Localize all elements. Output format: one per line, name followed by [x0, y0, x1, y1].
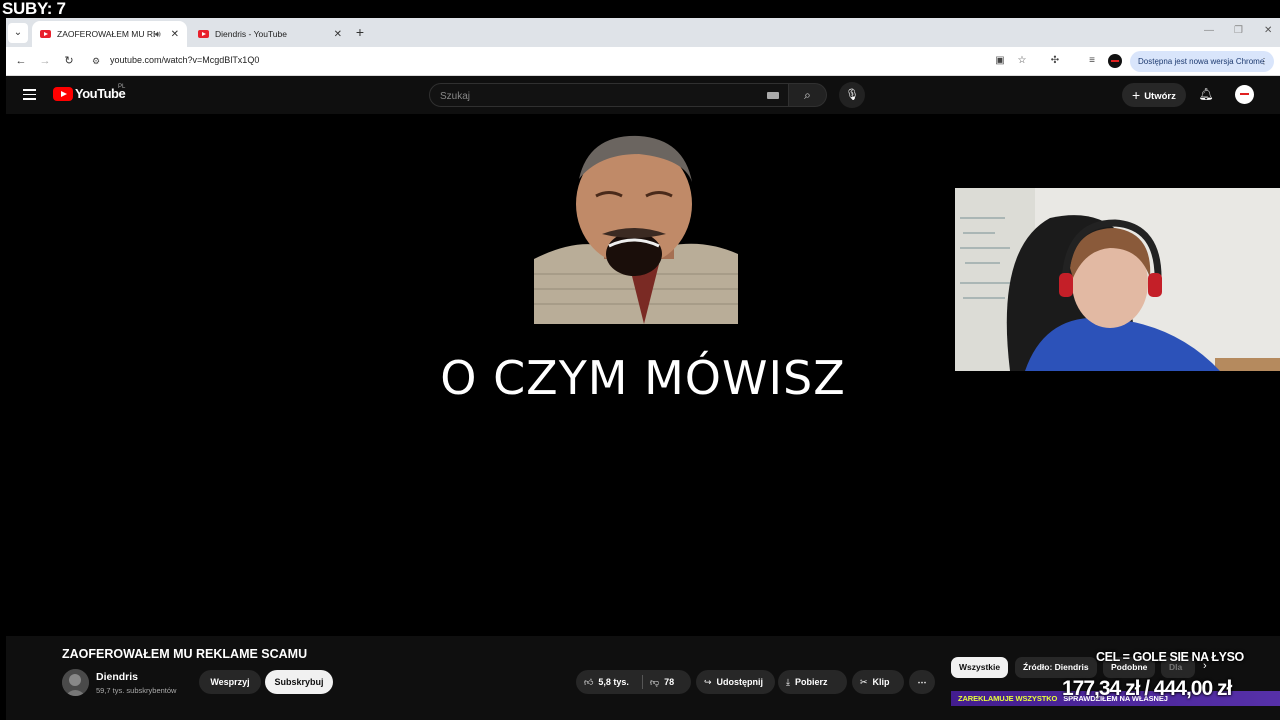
youtube-logo[interactable]: YouTube PL	[53, 84, 126, 101]
like-count: 5,8 tys.	[598, 677, 629, 687]
update-chrome-button[interactable]: Dostępna jest nowa wersja Chrome ⋮	[1130, 51, 1274, 72]
tab-active[interactable]: ZAOFEROWAŁEM MU REKL 🔊︎ ✕	[32, 21, 187, 47]
address-bar[interactable]: youtube.com/watch?v=McgdBlTx1Q0	[110, 55, 259, 65]
create-button[interactable]: + Utwórz	[1122, 83, 1186, 107]
site-info-icon[interactable]: ⚙	[90, 55, 102, 67]
media-controls-icon[interactable]: ≡	[1085, 54, 1099, 68]
streamer-webcam	[955, 188, 1280, 371]
download-button[interactable]: ⤓ Pobierz	[778, 670, 847, 694]
search-button[interactable]: ⌕	[789, 83, 827, 107]
video-title: ZAOFEROWAŁEM MU REKLAME SCAMU	[62, 647, 308, 661]
laughing-man-meme-image	[534, 134, 738, 324]
chip-source[interactable]: Źródło: Diendris	[1015, 657, 1097, 678]
tab-strip: ⌄ ZAOFEROWAŁEM MU REKL 🔊︎ ✕ Diendris - Y…	[6, 18, 1280, 47]
channel-name[interactable]: Diendris	[96, 671, 138, 683]
more-icon: ⋯	[917, 677, 927, 687]
tab-title: Diendris - YouTube	[215, 29, 287, 39]
ticker-text-a: ZAREKLAMUJE WSZYSTKO	[958, 694, 1058, 703]
screen: SUBY: 7 ⌄ ZAOFEROWAŁEM MU REKL 🔊︎ ✕ Dien…	[0, 0, 1280, 720]
close-window-icon[interactable]: ✕	[1264, 25, 1272, 36]
install-app-icon[interactable]: ▣	[993, 54, 1007, 68]
dislike-button[interactable]: 👎︎ 78	[644, 670, 690, 694]
subs-counter-overlay: SUBY: 7	[2, 0, 66, 18]
more-actions-button[interactable]: ⋯	[909, 670, 935, 694]
share-button[interactable]: ↪ Udostępnij	[696, 670, 775, 694]
menu-dots-icon: ⋮	[1260, 57, 1268, 66]
create-label: Utwórz	[1144, 91, 1176, 102]
plus-icon: +	[1132, 87, 1141, 103]
update-label: Dostępna jest nowa wersja Chrome	[1138, 57, 1265, 66]
clip-button[interactable]: ✂ Klip	[852, 670, 904, 694]
close-tab-icon[interactable]: ✕	[171, 29, 179, 40]
forward-icon[interactable]: →	[37, 53, 53, 69]
dislike-count: 78	[664, 677, 675, 687]
share-label: Udostępnij	[716, 677, 764, 687]
thumbs-up-icon: 👍︎	[584, 677, 594, 687]
restore-icon[interactable]: ❐	[1234, 25, 1243, 36]
search-input[interactable]	[440, 89, 740, 103]
new-tab-button[interactable]: +	[352, 24, 368, 40]
like-button[interactable]: 👍︎ 5,8 tys.	[576, 670, 642, 694]
divider	[642, 675, 643, 689]
keyboard-icon[interactable]	[767, 92, 779, 99]
extensions-icon[interactable]: ✣	[1048, 54, 1062, 68]
clip-label: Klip	[872, 677, 890, 687]
youtube-favicon-icon	[198, 30, 209, 38]
notifications-bell-icon[interactable]: 🔔︎	[1198, 86, 1214, 102]
download-icon: ⤓	[786, 677, 790, 687]
youtube-play-icon	[53, 86, 73, 101]
donation-progress: 177,34 zł / 444,00 zł	[1062, 677, 1232, 700]
support-button[interactable]: Wesprzyj	[199, 670, 261, 694]
tab-title: ZAOFEROWAŁEM MU REKL	[57, 29, 155, 39]
chip-all[interactable]: Wszystkie	[951, 657, 1009, 678]
browser-toolbar: ← → ↻ ⚙ youtube.com/watch?v=McgdBlTx1Q0 …	[6, 47, 1280, 76]
search-icon: ⌕	[804, 88, 811, 102]
video-player[interactable]: O CZYM MÓWISZ	[6, 114, 1280, 636]
close-tab-icon[interactable]: ✕	[334, 29, 342, 40]
subscribe-button[interactable]: Subskrybuj	[265, 670, 333, 694]
subscriber-count: 59,7 tys. subskrybentów	[96, 686, 177, 695]
search-box	[429, 83, 789, 107]
account-avatar[interactable]	[1235, 85, 1254, 104]
donation-goal-label: CEL = GOLE SIE NA ŁYSO	[1096, 650, 1244, 664]
profile-avatar[interactable]	[1108, 54, 1122, 68]
menu-icon[interactable]	[23, 89, 36, 100]
like-dislike-group: 👍︎ 5,8 tys. 👎︎ 78	[576, 670, 691, 694]
thumbs-down-icon: 👎︎	[650, 677, 660, 687]
reload-icon[interactable]: ↻	[61, 53, 77, 69]
tab-inactive[interactable]: Diendris - YouTube ✕	[190, 21, 350, 47]
scissors-icon: ✂	[860, 677, 868, 687]
share-icon: ↪	[704, 677, 712, 687]
voice-search-button[interactable]: 🎙︎	[839, 82, 865, 108]
speaker-icon[interactable]: 🔊︎	[155, 29, 161, 40]
channel-avatar[interactable]	[62, 669, 89, 696]
tab-search-button[interactable]: ⌄	[8, 23, 28, 43]
download-label: Pobierz	[794, 677, 828, 687]
minimize-icon[interactable]: —	[1204, 25, 1214, 36]
back-icon[interactable]: ←	[13, 53, 29, 69]
bookmark-star-icon[interactable]: ☆	[1015, 54, 1029, 68]
microphone-icon: 🎙︎	[845, 89, 859, 101]
region-code: PL	[118, 84, 126, 90]
youtube-header: YouTube PL ⌕ 🎙︎ +Utwórz 🔔︎	[6, 76, 1280, 114]
youtube-favicon-icon	[40, 30, 51, 38]
